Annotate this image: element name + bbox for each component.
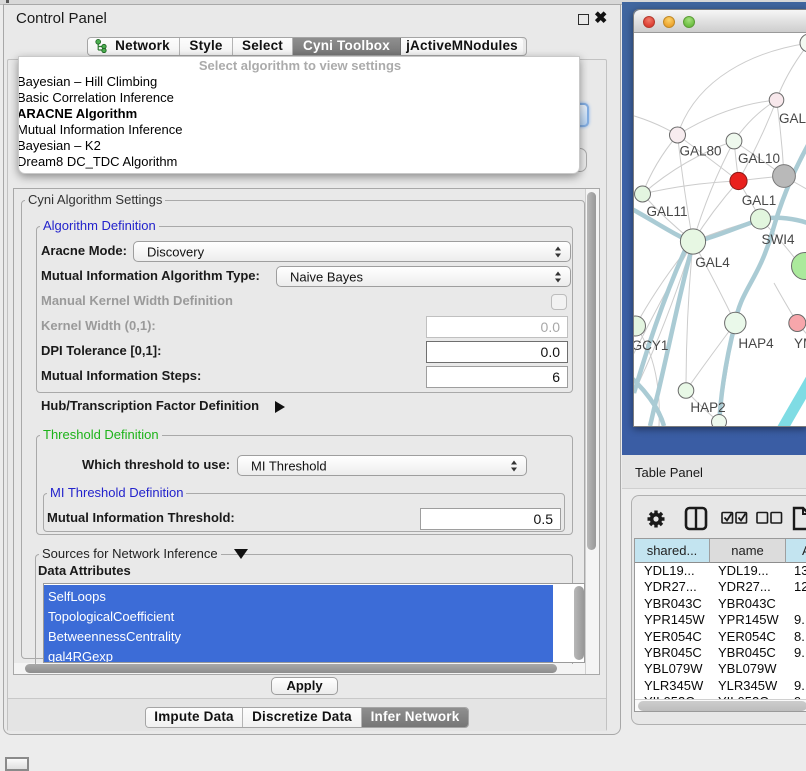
svg-text:GCY1: GCY1 bbox=[634, 338, 668, 353]
svg-text:SWI4: SWI4 bbox=[761, 232, 794, 247]
svg-text:GAL1: GAL1 bbox=[742, 193, 777, 208]
svg-text:GAL80: GAL80 bbox=[679, 144, 721, 159]
svg-text:GAL7: GAL7 bbox=[779, 111, 806, 126]
svg-text:GAL10: GAL10 bbox=[738, 151, 780, 166]
svg-text:GAL4: GAL4 bbox=[695, 255, 730, 270]
svg-text:HAP2: HAP2 bbox=[690, 400, 725, 415]
svg-text:GAL11: GAL11 bbox=[646, 204, 687, 219]
svg-text:HAP4: HAP4 bbox=[738, 336, 774, 351]
svg-text:YM: YM bbox=[794, 336, 806, 351]
